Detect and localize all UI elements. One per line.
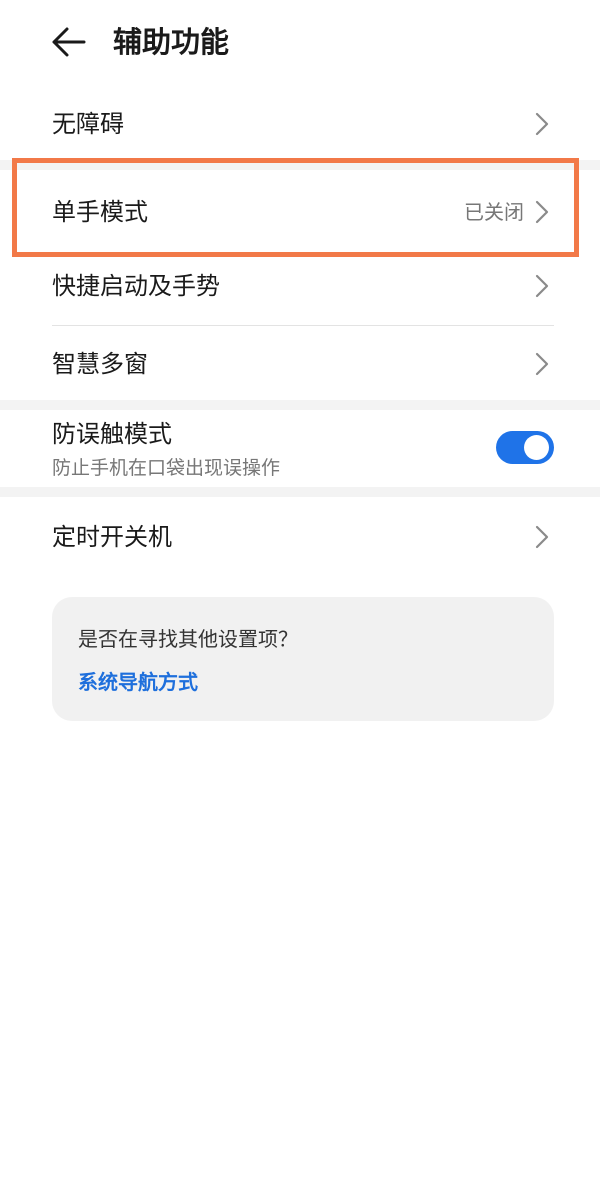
settings-item-smart-multiwindow[interactable]: 智慧多窗	[0, 326, 600, 400]
page-title: 辅助功能	[113, 25, 230, 59]
chevron-right-icon	[535, 112, 549, 136]
chevron-right-icon	[535, 274, 549, 298]
settings-item-accessibility[interactable]: 无障碍	[0, 92, 600, 156]
navigation-mode-link[interactable]: 系统导航方式	[78, 668, 198, 696]
status-value: 已关闭	[464, 200, 524, 224]
chevron-right-icon	[535, 352, 549, 376]
group-separator	[0, 487, 600, 497]
settings-item-description: 防止手机在口袋出现误操作	[52, 457, 281, 479]
settings-item-label: 智慧多窗	[52, 350, 148, 378]
suggestion-card: 是否在寻找其他设置项？ 系统导航方式	[52, 597, 554, 721]
settings-item-label: 定时开关机	[52, 523, 172, 551]
settings-item-label: 无障碍	[52, 110, 124, 138]
accidental-touch-toggle[interactable]	[496, 431, 554, 464]
settings-item-one-hand-mode[interactable]: 单手模式 已关闭	[0, 172, 600, 252]
settings-item-label: 快捷启动及手势	[52, 272, 220, 300]
chevron-right-icon	[535, 200, 549, 224]
settings-item-label: 单手模式	[52, 198, 148, 226]
group-separator	[0, 160, 600, 170]
suggestion-question: 是否在寻找其他设置项？	[78, 627, 298, 651]
arrow-left-icon	[52, 27, 86, 57]
settings-item-shortcuts-gestures[interactable]: 快捷启动及手势	[0, 256, 600, 324]
toggle-knob	[524, 435, 549, 460]
group-separator	[0, 400, 600, 410]
settings-item-label: 防误触模式	[52, 420, 172, 448]
back-button[interactable]	[48, 22, 92, 62]
settings-item-scheduled-power[interactable]: 定时开关机	[0, 497, 600, 577]
header-bar: 辅助功能	[0, 0, 600, 88]
chevron-right-icon	[535, 525, 549, 549]
